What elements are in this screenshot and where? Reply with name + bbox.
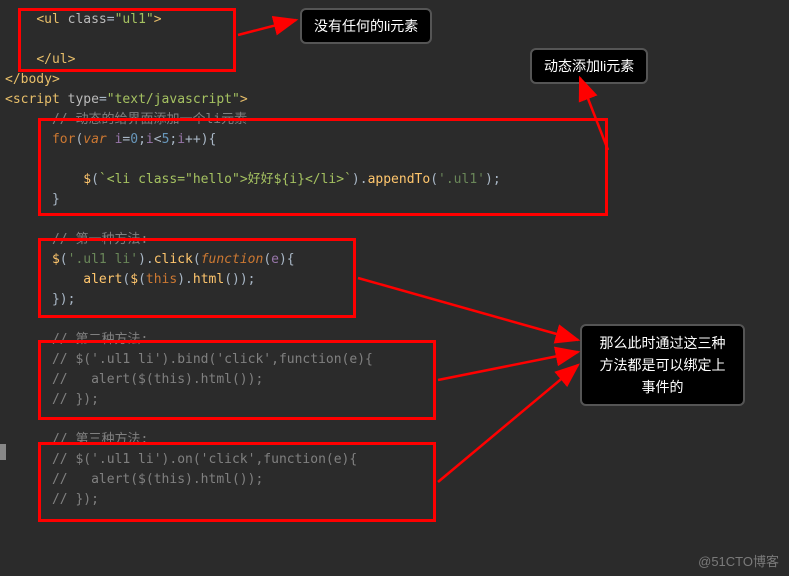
code-line: [5, 210, 784, 230]
code-line: // 动态的给界面添加一个li元素: [5, 110, 784, 130]
code-line: });: [5, 290, 784, 310]
code-line: // 第一种方法:: [5, 230, 784, 250]
code-line: [5, 410, 784, 430]
code-line: [5, 150, 784, 170]
code-line: }: [5, 190, 784, 210]
code-line: </body>: [5, 70, 784, 90]
callout-no-li: 没有任何的li元素: [300, 8, 432, 44]
code-line: // $('.ul1 li').on('click',function(e){: [5, 450, 784, 470]
code-line: // 第三种方法:: [5, 430, 784, 450]
code-line: $('.ul1 li').click(function(e){: [5, 250, 784, 270]
code-line: // });: [5, 490, 784, 510]
code-line: $(`<li class="hello">好好${i}</li>`).appen…: [5, 170, 784, 190]
editor-cursor: [0, 444, 6, 460]
callout-three-methods: 那么此时通过这三种方法都是可以绑定上事件的: [580, 324, 745, 406]
code-line: </ul>: [5, 50, 784, 70]
code-line: // alert($(this).html());: [5, 470, 784, 490]
code-line: <script type="text/javascript">: [5, 90, 784, 110]
code-editor[interactable]: <ul class="ul1"> </ul> </body> <script t…: [0, 0, 789, 520]
callout-dynamic-add: 动态添加li元素: [530, 48, 648, 84]
code-line: alert($(this).html());: [5, 270, 784, 290]
code-line: for(var i=0;i<5;i++){: [5, 130, 784, 150]
watermark: @51CTO博客: [698, 551, 779, 570]
